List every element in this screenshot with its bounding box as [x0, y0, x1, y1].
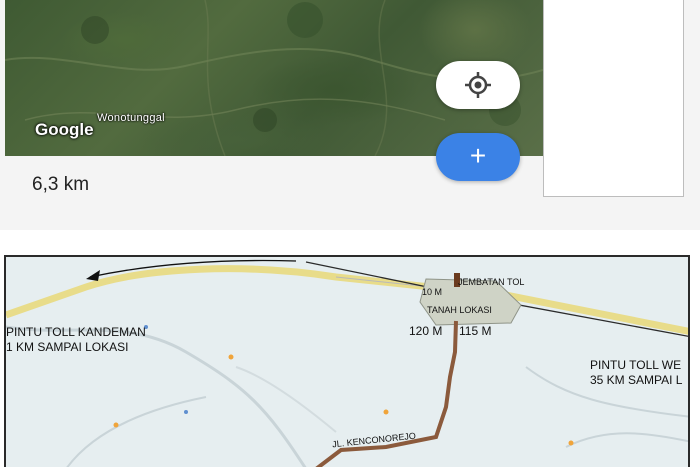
- land-label: TANAH LOKASI: [427, 305, 492, 315]
- east-distance-label: 35 KM SAMPAI L: [590, 373, 683, 387]
- maps-app-screenshot: Wonotunggal Google + 6,3 km: [0, 0, 700, 230]
- west-side-length: 120 M: [409, 324, 443, 338]
- side-panel: [543, 0, 684, 197]
- map-place-label: Wonotunggal: [97, 112, 165, 124]
- google-logo: Google: [35, 120, 94, 139]
- my-location-button[interactable]: [436, 61, 520, 109]
- map-graphics: [6, 259, 688, 467]
- east-side-length: 115 M: [459, 324, 492, 338]
- toll-bridge-label: JEMBATAN TOL: [458, 277, 525, 287]
- distance-readout: 6,3 km: [32, 174, 90, 195]
- arrow-head-icon: [86, 270, 100, 281]
- location-map: JEMBATAN TOL 10 M TANAH LOKASI 120 M 115…: [4, 255, 690, 467]
- kandeman-distance-label: 1 KM SAMPAI LOKASI: [6, 340, 129, 354]
- zoom-in-button[interactable]: +: [436, 133, 520, 181]
- my-location-icon: [465, 72, 491, 98]
- bridge-distance-label: 10 M: [422, 287, 443, 297]
- east-gate-label: PINTU TOLL WE: [590, 358, 682, 372]
- kandeman-gate-label: PINTU TOLL KANDEMAN: [6, 325, 146, 339]
